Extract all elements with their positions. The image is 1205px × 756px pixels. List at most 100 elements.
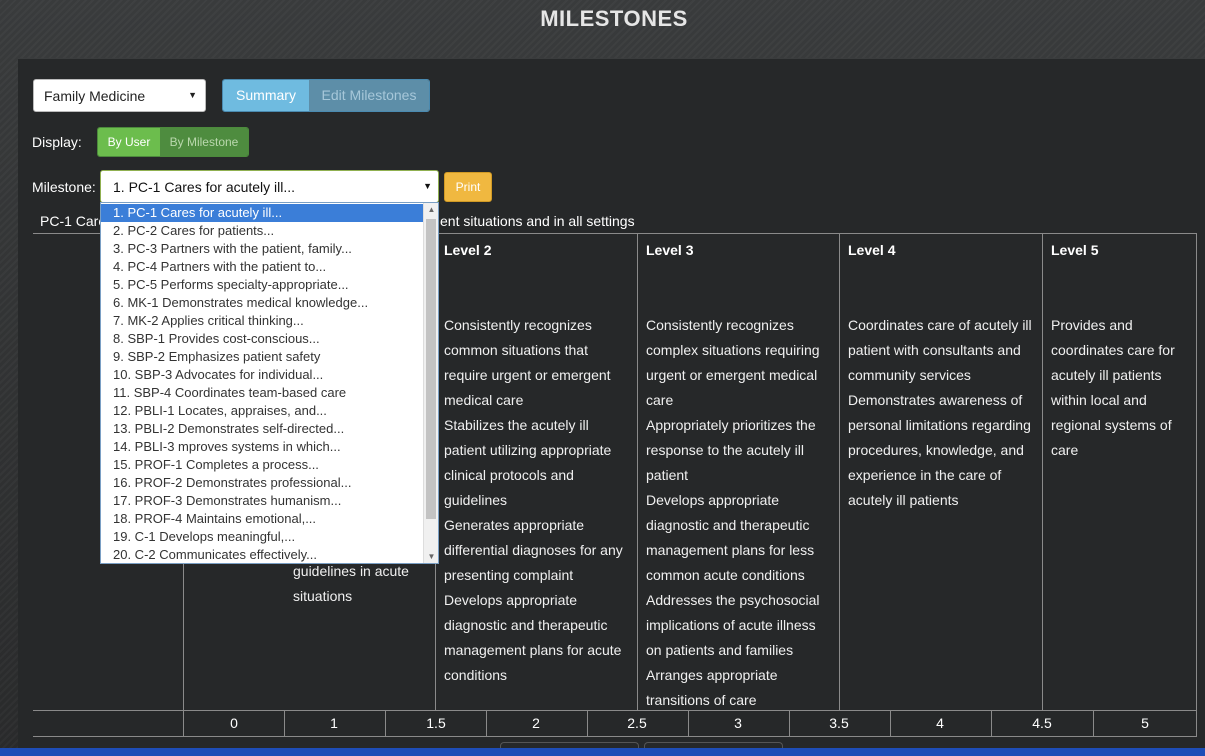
scale-label[interactable]: 1.5: [426, 715, 445, 731]
level-4-line: Demonstrates awareness of: [848, 392, 1023, 408]
page-title: MILESTONES: [540, 6, 688, 31]
milestone-select[interactable]: 1. PC-1 Cares for acutely ill... ▼: [100, 170, 439, 203]
level-2-line: conditions: [444, 667, 508, 683]
level-4-title: Level 4: [848, 242, 896, 258]
level-5-description: Provides and coordinates care for acutel…: [1051, 313, 1188, 463]
level-3-line: complex situations requiring: [646, 342, 820, 358]
level-2-line: differential diagnoses for any: [444, 542, 623, 558]
scroll-up-icon[interactable]: ▲: [424, 205, 439, 214]
scale-label[interactable]: 4: [936, 715, 944, 731]
level-1-description-tail: guidelines in acute situations: [293, 559, 428, 609]
level-2-line: common situations that: [444, 342, 588, 358]
column-divider: [1196, 233, 1197, 737]
dropdown-option[interactable]: 3. PC-3 Partners with the patient, famil…: [101, 240, 424, 258]
level-4-line: personal limitations regarding: [848, 417, 1031, 433]
dropdown-option[interactable]: 8. SBP-1 Provides cost-conscious...: [101, 330, 424, 348]
level-5-line: within local and: [1051, 392, 1147, 408]
dropdown-option[interactable]: 5. PC-5 Performs specialty-appropriate..…: [101, 276, 424, 294]
dropdown-options: 1. PC-1 Cares for acutely ill... 2. PC-2 …: [101, 204, 424, 564]
level-2-line: medical care: [444, 392, 524, 408]
level-3-line: Arranges appropriate: [646, 667, 778, 683]
scale-label[interactable]: 2: [532, 715, 540, 731]
level-5-line: acutely ill patients: [1051, 367, 1162, 383]
scale-label[interactable]: 2.5: [627, 715, 646, 731]
edit-milestones-button[interactable]: Edit Milestones: [309, 80, 429, 111]
display-toggle: By User By Milestone: [97, 127, 249, 157]
by-milestone-button[interactable]: By Milestone: [160, 128, 248, 156]
level-4-line: acutely ill patients: [848, 492, 959, 508]
level-3-description: Consistently recognizes complex situatio…: [646, 313, 831, 713]
scale-label[interactable]: 5: [1141, 715, 1149, 731]
level-3-line: response to the acutely ill: [646, 442, 804, 458]
level-2-line: Develops appropriate: [444, 592, 578, 608]
dropdown-option[interactable]: 13. PBLI-2 Demonstrates self-directed...: [101, 420, 424, 438]
milestone-dropdown-list[interactable]: 1. PC-1 Cares for acutely ill... 2. PC-2 …: [100, 202, 439, 564]
level-5-line: care: [1051, 442, 1079, 458]
dropdown-option[interactable]: 20. C-2 Communicates effectively...: [101, 546, 424, 564]
dropdown-option[interactable]: 1. PC-1 Cares for acutely ill...: [101, 204, 424, 222]
level-2-description: Consistently recognizes common situation…: [444, 313, 629, 688]
dropdown-option[interactable]: 4. PC-4 Partners with the patient to...: [101, 258, 424, 276]
scale-divider: [991, 710, 992, 737]
level-3-line: urgent or emergent medical: [646, 367, 818, 383]
level-2-line: patient utilizing appropriate: [444, 442, 612, 458]
dropdown-option[interactable]: 16. PROF-2 Demonstrates professional...: [101, 474, 424, 492]
dropdown-option[interactable]: 15. PROF-1 Completes a process...: [101, 456, 424, 474]
scale-divider: [587, 710, 588, 737]
level-4-description: Coordinates care of acutely ill patient …: [848, 313, 1034, 513]
scale-label[interactable]: 1: [330, 715, 338, 731]
scale-divider: [789, 710, 790, 737]
dropdown-option[interactable]: 17. PROF-3 Demonstrates humanism...: [101, 492, 424, 510]
display-label: Display:: [32, 134, 82, 150]
chevron-down-icon: ▼: [188, 90, 197, 100]
level-4-line: experience in the care of: [848, 467, 1002, 483]
milestone-heading: PC-1 Care: [40, 213, 107, 229]
dropdown-option[interactable]: 6. MK-1 Demonstrates medical knowledge..…: [101, 294, 424, 312]
scale-label[interactable]: 3.5: [829, 715, 848, 731]
level-3-line: patient: [646, 467, 689, 483]
dropdown-option[interactable]: 12. PBLI-1 Locates, appraises, and...: [101, 402, 424, 420]
level-3-line: common acute conditions: [646, 567, 805, 583]
scale-divider: [890, 710, 891, 737]
level-4-line: patient with consultants and: [848, 342, 1021, 358]
taskbar: [0, 748, 1205, 756]
dropdown-option[interactable]: 18. PROF-4 Maintains emotional,...: [101, 510, 424, 528]
level-3-line: Consistently recognizes: [646, 317, 794, 333]
dropdown-option[interactable]: 10. SBP-3 Advocates for individual...: [101, 366, 424, 384]
scale-label[interactable]: 4.5: [1032, 715, 1051, 731]
by-user-button[interactable]: By User: [98, 128, 160, 156]
dropdown-option[interactable]: 14. PBLI-3 mproves systems in which...: [101, 438, 424, 456]
dropdown-option[interactable]: 11. SBP-4 Coordinates team-based care: [101, 384, 424, 402]
dropdown-option[interactable]: 9. SBP-2 Emphasizes patient safety: [101, 348, 424, 366]
level-1-line: situations: [293, 588, 353, 604]
level-4-line: procedures, knowledge, and: [848, 442, 1024, 458]
level-2-line: diagnostic and therapeutic: [444, 617, 608, 633]
scale-divider: [385, 710, 386, 737]
summary-button[interactable]: Summary: [223, 80, 309, 111]
scale-divider: [284, 710, 285, 737]
scrollbar-thumb[interactable]: [426, 219, 436, 519]
milestone-label: Milestone:: [32, 179, 96, 195]
dropdown-option[interactable]: 2. PC-2 Cares for patients...: [101, 222, 424, 240]
view-tabs: Summary Edit Milestones: [222, 79, 430, 112]
scale-label[interactable]: 0: [230, 715, 238, 731]
level-2-line: presenting complaint: [444, 567, 574, 583]
level-5-title: Level 5: [1051, 242, 1099, 258]
program-select-value: Family Medicine: [44, 88, 146, 104]
milestone-select-value: 1. PC-1 Cares for acutely ill...: [113, 179, 296, 195]
program-select[interactable]: Family Medicine ▼: [33, 79, 206, 112]
dropdown-option[interactable]: 7. MK-2 Applies critical thinking...: [101, 312, 424, 330]
dropdown-scrollbar[interactable]: ▲ ▼: [423, 203, 438, 563]
level-3-column: Level 3 Consistently recognizes complex …: [638, 234, 839, 710]
level-2-line: Generates appropriate: [444, 517, 585, 533]
print-button[interactable]: Print: [444, 172, 492, 202]
level-5-column: Level 5 Provides and coordinates care fo…: [1043, 234, 1196, 710]
scale-divider: [486, 710, 487, 737]
scale-divider: [1093, 710, 1094, 737]
level-3-title: Level 3: [646, 242, 694, 258]
scale-label[interactable]: 3: [734, 715, 742, 731]
dropdown-option[interactable]: 19. C-1 Develops meaningful,...: [101, 528, 424, 546]
level-3-line: Addresses the psychosocial: [646, 592, 820, 608]
level-3-line: management plans for less: [646, 542, 815, 558]
scroll-down-icon[interactable]: ▼: [424, 552, 439, 561]
